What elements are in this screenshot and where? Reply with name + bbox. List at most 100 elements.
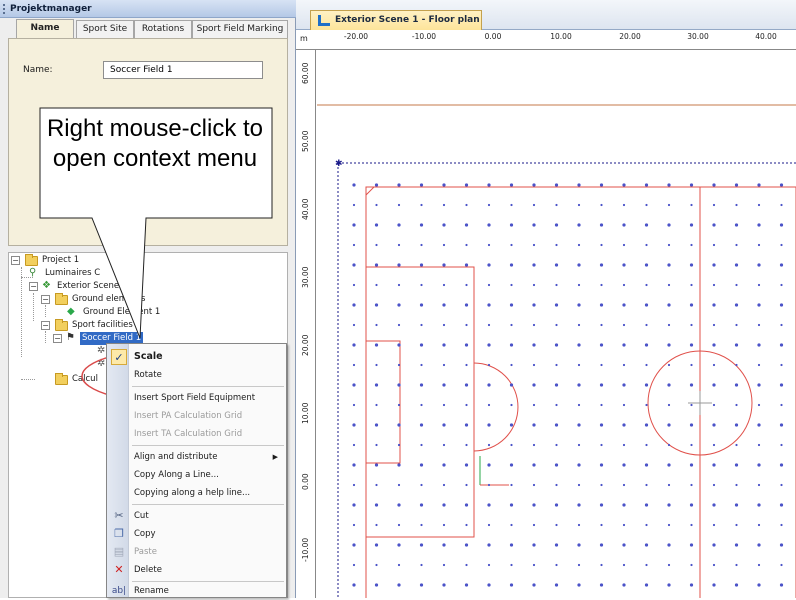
grid-point[interactable] — [734, 423, 739, 427]
grid-point[interactable] — [644, 423, 649, 427]
grid-point[interactable] — [757, 263, 761, 267]
grid-point[interactable] — [577, 183, 581, 187]
grid-point[interactable] — [442, 463, 446, 467]
grid-point[interactable] — [375, 203, 378, 207]
grid-point[interactable] — [374, 583, 379, 587]
grid-point[interactable] — [487, 523, 491, 527]
grid-point[interactable] — [352, 463, 356, 467]
grid-point[interactable] — [757, 183, 761, 187]
grid-point[interactable] — [734, 183, 739, 187]
grid-point[interactable] — [780, 323, 783, 327]
grid-point[interactable] — [577, 523, 581, 527]
grid-point[interactable] — [397, 523, 401, 527]
grid-point[interactable] — [712, 503, 716, 507]
grid-point[interactable] — [689, 583, 694, 587]
menu-item-align-distribute[interactable]: Align and distribute ▶ — [107, 448, 286, 466]
grid-point[interactable] — [690, 483, 693, 487]
grid-point[interactable] — [600, 563, 603, 567]
grid-point[interactable] — [397, 343, 401, 347]
grid-point[interactable] — [780, 203, 783, 207]
grid-point[interactable] — [352, 383, 356, 387]
grid-point[interactable] — [464, 543, 469, 547]
grid-point[interactable] — [465, 203, 468, 207]
grid-point[interactable] — [622, 383, 626, 387]
grid-point[interactable] — [442, 443, 446, 447]
grid-point[interactable] — [419, 463, 424, 467]
grid-point[interactable] — [757, 523, 761, 527]
grid-point[interactable] — [487, 243, 491, 247]
grid-point[interactable] — [554, 303, 559, 307]
grid-point[interactable] — [712, 483, 716, 487]
grid-point[interactable] — [645, 443, 648, 447]
grid-point[interactable] — [644, 463, 649, 467]
grid-point[interactable] — [735, 283, 738, 287]
grid-point[interactable] — [622, 363, 626, 367]
grid-point[interactable] — [555, 283, 558, 287]
grid-point[interactable] — [465, 443, 468, 447]
grid-point[interactable] — [397, 283, 401, 287]
grid-point[interactable] — [352, 183, 356, 187]
grid-point[interactable] — [397, 303, 401, 307]
grid-point[interactable] — [689, 183, 694, 187]
grid-point[interactable] — [465, 563, 468, 567]
grid-point[interactable] — [420, 363, 423, 367]
grid-point[interactable] — [532, 363, 536, 367]
grid-point[interactable] — [352, 363, 356, 367]
grid-point[interactable] — [442, 403, 446, 407]
grid-point[interactable] — [554, 223, 559, 227]
grid-point[interactable] — [757, 443, 761, 447]
grid-point[interactable] — [420, 443, 423, 447]
grid-point[interactable] — [509, 543, 514, 547]
tab-sport-field-marking[interactable]: Sport Field Marking — [192, 20, 288, 38]
menu-item-rotate[interactable]: Rotate — [107, 366, 286, 384]
grid-point[interactable] — [442, 583, 446, 587]
collapse-icon[interactable]: − — [29, 282, 38, 291]
grid-point[interactable] — [779, 423, 784, 427]
grid-point[interactable] — [419, 383, 424, 387]
grid-point[interactable] — [554, 543, 559, 547]
grid-point[interactable] — [644, 223, 649, 227]
grid-point[interactable] — [712, 523, 716, 527]
grid-point[interactable] — [779, 303, 784, 307]
tree-item-sport-facilities[interactable]: − Sport facilities — [41, 319, 161, 332]
grid-point[interactable] — [689, 343, 694, 347]
grid-point[interactable] — [397, 363, 401, 367]
grid-point[interactable] — [487, 203, 491, 207]
grid-point[interactable] — [645, 563, 648, 567]
grid-point[interactable] — [667, 283, 671, 287]
grid-point[interactable] — [757, 323, 761, 327]
grid-point[interactable] — [645, 483, 648, 487]
grid-point[interactable] — [712, 263, 716, 267]
grid-point[interactable] — [667, 223, 671, 227]
grid-point[interactable] — [644, 183, 649, 187]
grid-point[interactable] — [464, 423, 469, 427]
grid-point[interactable] — [577, 563, 581, 567]
grid-point[interactable] — [779, 463, 784, 467]
grid-point[interactable] — [554, 183, 559, 187]
grid-point[interactable] — [375, 483, 378, 487]
grid-point[interactable] — [622, 443, 626, 447]
grid-point[interactable] — [622, 303, 626, 307]
grid-point[interactable] — [667, 243, 671, 247]
grid-point[interactable] — [532, 523, 536, 527]
grid-point[interactable] — [442, 543, 446, 547]
grid-point[interactable] — [757, 363, 761, 367]
grid-point[interactable] — [622, 203, 626, 207]
tab-sport-site[interactable]: Sport Site — [76, 20, 134, 38]
grid-point[interactable] — [555, 323, 558, 327]
grid-point[interactable] — [622, 183, 626, 187]
grid-point[interactable] — [734, 463, 739, 467]
grid-point[interactable] — [374, 303, 379, 307]
grid-point[interactable] — [532, 303, 536, 307]
grid-point[interactable] — [374, 383, 379, 387]
grid-point[interactable] — [645, 403, 648, 407]
grid-point[interactable] — [690, 563, 693, 567]
grid-point[interactable] — [667, 203, 671, 207]
grid-point[interactable] — [352, 283, 356, 287]
menu-item-rename[interactable]: ab| Rename — [107, 582, 286, 600]
grid-point[interactable] — [622, 323, 626, 327]
grid-point[interactable] — [599, 503, 604, 507]
grid-point[interactable] — [780, 523, 783, 527]
grid-point[interactable] — [419, 423, 424, 427]
grid-point[interactable] — [600, 523, 603, 527]
